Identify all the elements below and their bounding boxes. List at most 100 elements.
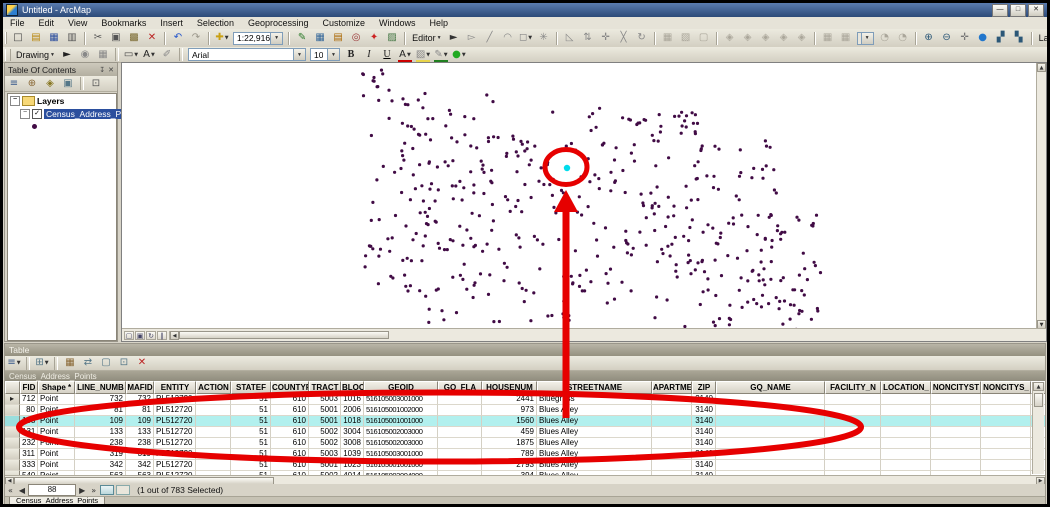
copy-icon[interactable]: ▣ [107,31,125,45]
python-window-icon[interactable]: ▨ [383,31,401,45]
catalog-window-icon[interactable]: ▤ [329,31,347,45]
list-by-selection-icon[interactable]: ▣ [59,77,77,91]
related-tables-icon[interactable]: ⊞▼ [33,356,51,370]
table-nav-last[interactable]: » [88,486,99,495]
menu-file[interactable]: File [3,18,32,28]
delete-selected-icon[interactable]: ✕ [133,356,151,370]
title-bar[interactable]: Untitled - ArcMap —□✕ [3,3,1047,17]
straight-segment-icon[interactable]: ╱ [481,31,499,45]
snapping-icon-5[interactable]: ◈ [793,31,811,45]
bold-icon[interactable]: B [342,48,360,62]
font-color-icon[interactable]: A▼ [396,48,414,62]
pan-icon[interactable]: ✛ [956,31,974,45]
column-header-statef[interactable]: STATEF [231,381,271,394]
record-number-input[interactable]: 88 [28,484,76,496]
attributes-icon[interactable]: ▦ [659,31,677,45]
scroll-left-icon[interactable]: ◀ [170,331,179,340]
underline-icon[interactable]: U [378,48,396,62]
move-tool-icon[interactable]: ✛ [597,31,615,45]
search-window-icon[interactable]: ◎ [347,31,365,45]
menu-geoprocessing[interactable]: Geoprocessing [241,18,316,28]
column-header-gq-name[interactable]: GQ_NAME [716,381,825,394]
create-features-icon[interactable]: ▢ [695,31,713,45]
new-map-icon[interactable]: □ [9,31,27,45]
reshape-tool-icon[interactable]: ⇅ [579,31,597,45]
column-header-entity[interactable]: ENTITY [154,381,196,394]
row-selector[interactable] [5,427,20,438]
edit-annotation-tool-icon[interactable]: ▻ [463,31,481,45]
row-selector[interactable] [5,460,20,471]
column-header-housenum[interactable]: HOUSENUM [482,381,537,394]
column-header-shape-[interactable]: Shape * [38,381,75,394]
table-nav-next[interactable]: ▶ [76,486,88,495]
show-selected-records-icon[interactable] [116,485,130,495]
scroll-up-icon[interactable]: ▲ [1037,63,1046,72]
column-header-facility-n[interactable]: FACILITY_N [825,381,881,394]
refresh-view-icon[interactable]: ↻ [146,331,156,340]
font-size-combo[interactable]: 10▼ [310,48,340,61]
layer-visibility-checkbox[interactable]: ✓ [32,109,42,119]
font-name-combo[interactable]: Arial▼ [188,48,306,61]
editor-toolbar-icon[interactable]: ✎ [293,31,311,45]
table-title-bar[interactable]: Table [5,344,1045,356]
table-row[interactable]: 108Point109109PL512720516105001101851610… [5,416,1045,427]
close-button[interactable]: ✕ [1028,4,1044,17]
clear-selection-icon[interactable]: ▢ [97,356,115,370]
fixed-zoom-out-icon[interactable]: ▚ [1010,31,1028,45]
column-header-mafid[interactable]: MAFID [126,381,154,394]
table-options-icon[interactable]: ≡▼ [5,356,23,370]
menu-windows[interactable]: Windows [372,18,423,28]
marker-symbol-icon[interactable]: ●▼ [450,48,468,62]
toc-layers-root[interactable]: − Layers [8,94,116,107]
select-by-attributes-icon[interactable]: ▦ [61,356,79,370]
map-scale-combo[interactable]: 1:22,916▼ [233,32,283,45]
scroll-up-icon[interactable]: ▲ [1033,382,1044,391]
construction-tools-icon[interactable]: ◻▼ [517,31,535,45]
menu-edit[interactable]: Edit [32,18,62,28]
text-tool-icon[interactable]: A▼ [140,48,158,62]
editor-menu[interactable]: Editor▼ [409,31,444,45]
shape-tool-icon[interactable]: ▭▼ [122,48,140,62]
column-header-location-[interactable]: LOCATION_ [881,381,931,394]
column-header-action[interactable]: ACTION [196,381,231,394]
delete-icon[interactable]: ✕ [143,31,161,45]
column-header-countyf[interactable]: COUNTYF [271,381,309,394]
menu-bookmarks[interactable]: Bookmarks [94,18,153,28]
menu-insert[interactable]: Insert [153,18,190,28]
column-header-apartme[interactable]: APARTME [652,381,692,394]
layout-view-icon[interactable]: ▣ [135,331,145,340]
column-header-noncitys-[interactable]: NONCITYS_ [981,381,1031,394]
midpoint-icon[interactable]: ✳ [535,31,553,45]
show-all-records-icon[interactable] [100,485,114,495]
menu-help[interactable]: Help [423,18,456,28]
row-selector[interactable] [5,449,20,460]
drawing-menu[interactable]: Drawing▼ [13,48,58,62]
column-header-streetname[interactable]: STREETNAME [537,381,652,394]
edit-vertices-icon[interactable]: ✐ [158,48,176,62]
menu-view[interactable]: View [61,18,94,28]
snapping-icon-3[interactable]: ◈ [757,31,775,45]
table-row[interactable]: 80Point8181PL512720516105001200651610500… [5,405,1045,416]
labeling-menu[interactable]: Labeling▼ [1036,31,1047,45]
row-selector[interactable]: ▸ [5,394,20,405]
switch-selection-icon[interactable]: ⇄ [79,356,97,370]
topology-icon-2[interactable]: ▦ [837,31,855,45]
full-extent-icon[interactable]: ● [974,31,992,45]
collapse-icon[interactable]: − [10,96,20,106]
snap-grid-icon[interactable]: ▦ [94,48,112,62]
map-hscroll-thumb[interactable] [179,331,389,339]
menu-selection[interactable]: Selection [190,18,241,28]
table-nav-prev[interactable]: ◀ [16,486,28,495]
list-by-visibility-icon[interactable]: ◈ [41,77,59,91]
paste-icon[interactable]: ▩ [125,31,143,45]
redo-icon[interactable]: ↷ [187,31,205,45]
map-vertical-scrollbar[interactable]: ▲ ▼ [1036,63,1046,329]
minimize-button[interactable]: — [992,4,1008,17]
toc-close-icon[interactable]: ✕ [108,66,114,74]
snapping-icon-2[interactable]: ◈ [739,31,757,45]
row-selector[interactable] [5,416,20,427]
column-header-fid[interactable]: FID [20,381,38,394]
rotate-element-icon[interactable]: ◉ [76,48,94,62]
table-row[interactable]: ▸712Point732732PL51272051610500310165161… [5,394,1045,405]
snapping-icon-1[interactable]: ◈ [721,31,739,45]
